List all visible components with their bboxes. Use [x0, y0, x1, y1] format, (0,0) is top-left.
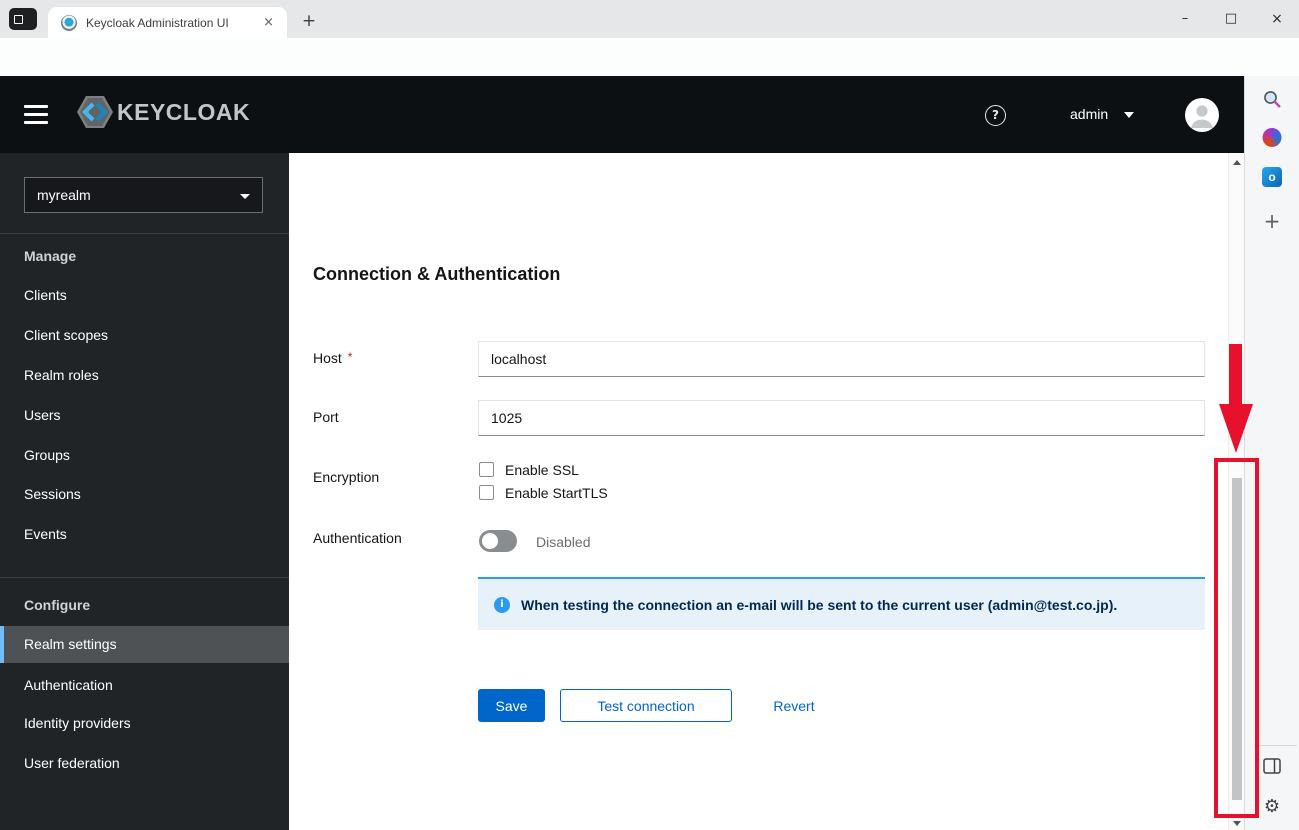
enable-starttls-checkbox[interactable] [479, 485, 494, 500]
sidebar-settings-button[interactable]: ⚙ [1264, 796, 1280, 817]
sidebar-item-users[interactable]: Users [0, 395, 289, 435]
info-alert: i When testing the connection an e-mail … [478, 577, 1205, 630]
sidebar-divider [0, 233, 289, 234]
chevron-down-icon [1124, 112, 1134, 118]
keycloak-favicon-icon [61, 15, 77, 31]
keycloak-logo-icon [76, 95, 114, 129]
sidebar: myrealm Manage Clients Client scopes Rea… [0, 153, 289, 830]
window-minimize-button[interactable]: – [1163, 0, 1207, 38]
sidebar-microsoft365-button[interactable] [1263, 128, 1282, 147]
sidebar-item-clients[interactable]: Clients [0, 275, 289, 315]
brand-text: KEYCLOAK [117, 99, 250, 126]
keycloak-masthead: KEYCLOAK ? admin [0, 76, 1244, 153]
authentication-state: Disabled [536, 534, 590, 550]
realm-selector-value: myrealm [37, 187, 91, 203]
avatar-icon [1185, 98, 1219, 132]
keycloak-logo: KEYCLOAK [76, 95, 250, 129]
port-input[interactable] [478, 400, 1205, 436]
section-label-configure: Configure [24, 597, 90, 613]
sidebar-search-button[interactable] [1261, 88, 1283, 110]
microsoft-365-icon [1263, 128, 1282, 147]
sidebar-item-sessions[interactable]: Sessions [0, 474, 289, 514]
user-menu-button[interactable]: admin [1070, 106, 1134, 122]
chevron-down-icon [240, 194, 250, 199]
sidebar-item-realm-roles[interactable]: Realm roles [0, 355, 289, 395]
host-input[interactable] [478, 341, 1205, 377]
authentication-toggle[interactable] [479, 530, 517, 552]
sidebar-item-groups[interactable]: Groups [0, 435, 289, 475]
enable-ssl-checkbox[interactable] [479, 462, 494, 477]
edge-sidebar-divider [1254, 745, 1297, 746]
sidebar-outlook-button[interactable]: o [1262, 167, 1282, 187]
keycloak-body: myrealm Manage Clients Client scopes Rea… [0, 153, 1244, 830]
section-label-manage: Manage [24, 248, 76, 264]
page-viewport: KEYCLOAK ? admin myrealm [0, 76, 1244, 830]
tab-close-button[interactable]: × [258, 14, 279, 31]
browser-titlebar: Keycloak Administration UI × + – □ × [0, 0, 1299, 38]
new-tab-button[interactable]: + [296, 9, 322, 35]
browser-tab[interactable]: Keycloak Administration UI × [48, 7, 287, 38]
enable-ssl-label: Enable SSL [505, 462, 579, 478]
user-avatar[interactable] [1185, 98, 1219, 132]
host-label: Host* [313, 350, 352, 366]
help-button[interactable]: ? [985, 105, 1006, 126]
scrollbar-thumb[interactable] [1232, 478, 1242, 800]
search-icon [1261, 88, 1283, 110]
tab-actions-button[interactable] [9, 8, 37, 30]
sidebar-item-identity-providers[interactable]: Identity providers [0, 703, 289, 743]
window-close-button[interactable]: × [1255, 0, 1299, 38]
toggle-knob-icon [482, 533, 498, 549]
current-page-indicator [0, 626, 4, 663]
save-button[interactable]: Save [478, 689, 545, 722]
window-maximize-button[interactable]: □ [1209, 0, 1253, 38]
scroll-down-icon[interactable] [1233, 821, 1241, 826]
tab-title: Keycloak Administration UI [86, 16, 258, 30]
page-title: Connection & Authentication [313, 264, 560, 285]
sidebar-divider [0, 577, 289, 578]
web-content-row: KEYCLOAK ? admin myrealm [0, 76, 1299, 830]
sidebar-item-authentication[interactable]: Authentication [0, 665, 289, 705]
test-connection-button[interactable]: Test connection [560, 689, 732, 722]
sidebar-item-client-scopes[interactable]: Client scopes [0, 315, 289, 355]
nav-toggle-button[interactable] [24, 105, 48, 124]
user-menu-label: admin [1070, 106, 1108, 122]
sidebar-panel-button[interactable] [1263, 758, 1281, 774]
enable-starttls-label: Enable StartTLS [505, 485, 608, 501]
required-asterisk: * [348, 350, 353, 364]
realm-selector[interactable]: myrealm [24, 177, 263, 213]
main-content: Connection & Authentication Host* Port E… [289, 153, 1228, 830]
side-panel-icon [1263, 758, 1281, 774]
browser-window: Keycloak Administration UI × + – □ × ← l… [0, 0, 1299, 830]
browser-toolbar: ← localhost:8080/admin/master/console/#/… [0, 38, 1299, 76]
revert-button[interactable]: Revert [764, 689, 824, 722]
sidebar-item-events[interactable]: Events [0, 514, 289, 554]
edge-sidebar: o + ⚙ [1244, 76, 1299, 830]
outlook-icon: o [1262, 167, 1282, 187]
page-scrollbar[interactable] [1228, 153, 1244, 830]
sidebar-item-realm-settings[interactable]: Realm settings [0, 626, 289, 663]
sidebar-add-button[interactable]: + [1264, 209, 1281, 233]
scroll-up-icon[interactable] [1233, 160, 1241, 165]
info-icon: i [494, 597, 510, 613]
sidebar-item-user-federation[interactable]: User federation [0, 743, 289, 783]
alert-text: When testing the connection an e-mail wi… [521, 597, 1117, 613]
authentication-label: Authentication [313, 530, 402, 546]
workspaces-icon [14, 15, 23, 24]
encryption-label: Encryption [313, 469, 379, 485]
port-label: Port [313, 409, 339, 425]
